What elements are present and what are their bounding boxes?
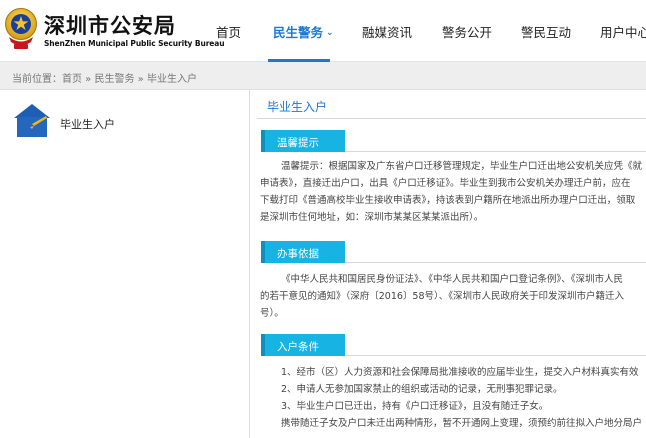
- breadcrumb-text: 当前位置：首页 » 民生警务 » 毕业生入户: [12, 70, 197, 85]
- section-divider: [345, 262, 646, 263]
- paragraph-line: 的若干意见的通知》（深府〔2016〕58号）、《深圳市人民政府关于印发深圳市户籍…: [260, 291, 625, 302]
- site-subtitle: ShenZhen Municipal Public Security Burea…: [44, 39, 225, 48]
- breadcrumb-separator: »: [82, 74, 95, 85]
- paragraph-line: 申请表》，直接迁出户口，出具《户口迁移证》。毕业生到我市公安机关办理迁户前，应在: [260, 178, 631, 189]
- page-title: 毕业生入户: [267, 100, 328, 114]
- section-conditions-body: 1、经市（区）人力资源和社会保障局批准接收的应届毕业生，提交入户材料真实有效 2…: [260, 364, 646, 432]
- section-divider: [345, 151, 646, 152]
- site-title[interactable]: 深圳市公安局: [44, 10, 176, 40]
- nav-home[interactable]: 首页: [216, 22, 241, 41]
- paragraph-line: 号）。: [260, 308, 284, 319]
- breadcrumb-home[interactable]: 首页: [62, 74, 82, 85]
- section-basis-body: 《中华人民共和国居民身份证法》、《中华人民共和国户口登记条例》、《深圳市人民 的…: [260, 271, 646, 322]
- main-content: 毕业生入户 温馨提示 温馨提示：根据国家及广东省户口迁移管理规定，毕业生户口迁出…: [251, 90, 646, 438]
- nav-public-service-label: 民生警务: [273, 25, 324, 40]
- breadcrumb-prefix: 当前位置：: [12, 74, 62, 85]
- police-emblem-icon[interactable]: [4, 4, 38, 52]
- nav-interaction-label: 警民互动: [521, 25, 572, 40]
- sidebar-item-graduate-registration[interactable]: 毕业生入户: [14, 102, 214, 142]
- chevron-down-icon: ⌄: [326, 28, 334, 38]
- section-divider: [345, 355, 646, 356]
- site-header: 深圳市公安局 ShenZhen Municipal Public Securit…: [0, 0, 646, 62]
- breadcrumb-current: 毕业生入户: [146, 74, 197, 85]
- nav-police-affairs-label: 警务公开: [442, 25, 493, 40]
- house-icon: [14, 104, 50, 137]
- section-tip-heading: 温馨提示: [261, 130, 345, 152]
- paragraph-line: 《中华人民共和国居民身份证法》、《中华人民共和国户口登记条例》、《深圳市人民: [281, 274, 624, 285]
- breadcrumb-separator: »: [134, 74, 147, 85]
- paragraph-line: 是深圳市住何地址，如：深圳市某某区某某派出所）。: [260, 212, 484, 223]
- paragraph-line: 下载打印《普通高校毕业生接收申请表》，持该表到户籍所在地派出所办理户口迁出，领取: [260, 195, 636, 206]
- section-heading-label: 入户条件: [277, 341, 319, 353]
- list-item: 1、经市（区）人力资源和社会保障局批准接收的应届毕业生，提交入户材料真实有效: [281, 367, 639, 378]
- nav-police-affairs[interactable]: 警务公开: [442, 22, 492, 41]
- title-divider: [257, 118, 646, 119]
- nav-user-center-label: 用户中心: [600, 25, 646, 40]
- breadcrumb-service[interactable]: 民生警务: [94, 74, 134, 85]
- paragraph-line: 温馨提示：根据国家及广东省户口迁移管理规定，毕业生户口迁出地公安机关应凭《就: [281, 161, 643, 172]
- nav-interaction[interactable]: 警民互动: [521, 22, 571, 41]
- sidebar-item-label: 毕业生入户: [60, 118, 115, 131]
- list-item: 携带随迁子女及户口未迁出两种情形，暂不开通网上变理，须预约前往拟入户地分局户: [281, 418, 643, 429]
- section-basis-heading: 办事依据: [261, 241, 345, 263]
- list-item: 3、毕业生户口已迁出，持有《户口迁移证》，且没有随迁子女。: [281, 401, 549, 412]
- nav-media-news[interactable]: 融媒资讯: [362, 22, 412, 41]
- breadcrumb: 当前位置：首页 » 民生警务 » 毕业生入户: [0, 62, 646, 90]
- nav-media-news-label: 融媒资讯: [362, 25, 413, 40]
- nav-home-label: 首页: [216, 25, 242, 40]
- section-conditions-heading: 入户条件: [261, 334, 345, 356]
- section-tip-body: 温馨提示：根据国家及广东省户口迁移管理规定，毕业生户口迁出地公安机关应凭《就 申…: [260, 158, 646, 226]
- section-heading-label: 办事依据: [277, 248, 319, 260]
- nav-public-service[interactable]: 民生警务 ⌄: [273, 22, 334, 41]
- nav-user-center[interactable]: 用户中心: [600, 22, 646, 41]
- sidebar: 毕业生入户: [0, 90, 250, 438]
- list-item: 2、申请人无参加国家禁止的组织或活动的记录，无刑事犯罪记录。: [281, 384, 563, 395]
- section-heading-label: 温馨提示: [277, 137, 319, 149]
